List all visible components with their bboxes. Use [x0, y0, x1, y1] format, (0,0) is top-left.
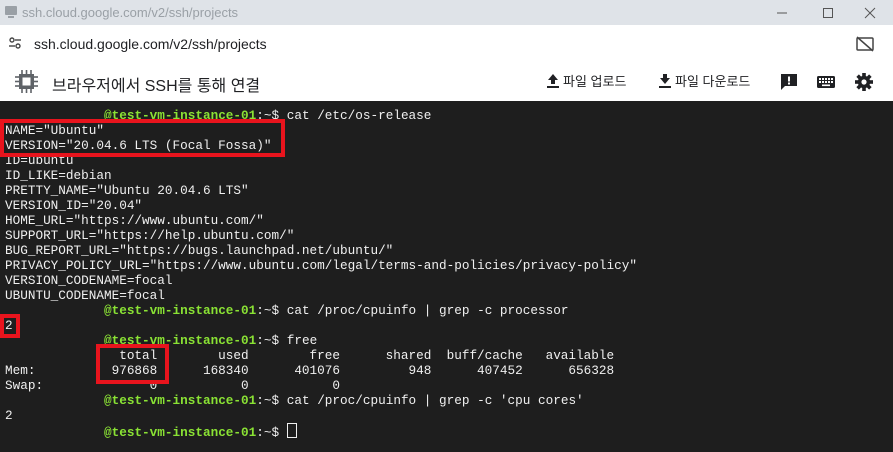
upload-icon: [547, 73, 559, 88]
keyboard-icon[interactable]: [816, 72, 836, 92]
terminal-command-line: @test-vm-instance-01:~$ cat /proc/cpuinf…: [5, 303, 568, 318]
output-line: VERSION_CODENAME=focal: [5, 273, 173, 288]
output-line: VERSION_ID="20.04": [5, 198, 143, 213]
prompt-host: @test-vm-instance-01: [103, 425, 257, 440]
download-file-label: 파일 다운로드: [675, 74, 751, 89]
free-swap-line: Swap: 0 0 0: [5, 378, 341, 393]
output-line: UBUNTU_CODENAME=focal: [5, 288, 165, 303]
highlight-box-total-memory: [96, 344, 169, 384]
prompt-suffix: :~$: [256, 393, 287, 408]
gear-icon[interactable]: [854, 72, 874, 92]
cast-off-icon[interactable]: [856, 36, 874, 52]
terminal-favicon-icon: [5, 6, 17, 18]
terminal-command-line: @test-vm-instance-01:~$ cat /proc/cpuinf…: [5, 393, 584, 408]
command-text: cat /proc/cpuinfo | grep -c 'cpu cores': [286, 393, 584, 408]
prompt-suffix: :~$: [256, 333, 287, 348]
terminal[interactable]: @test-vm-instance-01:~$ cat /etc/os-rele…: [0, 101, 893, 452]
close-button[interactable]: [847, 0, 893, 25]
window-title-bar: ssh.cloud.google.com/v2/ssh/projects: [0, 0, 893, 25]
output-line: PRIVACY_POLICY_URL="https://www.ubuntu.c…: [5, 258, 637, 273]
minimize-button[interactable]: [759, 0, 805, 25]
chip-icon: [15, 70, 38, 93]
upload-file-button[interactable]: 파일 업로드: [546, 71, 626, 90]
output-line: 2: [5, 408, 13, 423]
command-text: free: [286, 333, 318, 348]
maximize-icon: [823, 7, 833, 18]
feedback-icon[interactable]: [779, 72, 799, 92]
ssh-toolbar: 브라우저에서 SSH를 통해 연결 파일 업로드 파일 다운로드: [0, 62, 893, 102]
maximize-button[interactable]: [805, 0, 851, 25]
output-line: BUG_REPORT_URL="https://bugs.launchpad.n…: [5, 243, 394, 258]
upload-file-label: 파일 업로드: [563, 74, 627, 89]
output-line: PRETTY_NAME="Ubuntu 20.04.6 LTS": [5, 183, 249, 198]
address-bar: ssh.cloud.google.com/v2/ssh/projects: [0, 25, 893, 63]
command-text: cat /etc/os-release: [286, 108, 432, 123]
minimize-icon: [777, 12, 787, 13]
output-line: ID_LIKE=debian: [5, 168, 112, 183]
url-text[interactable]: ssh.cloud.google.com/v2/ssh/projects: [34, 36, 267, 52]
prompt-suffix: :~$: [256, 303, 287, 318]
highlight-box-processor-count: [0, 314, 20, 338]
command-text: cat /proc/cpuinfo | grep -c processor: [286, 303, 569, 318]
terminal-command-line: @test-vm-instance-01:~$: [5, 423, 297, 440]
highlight-box-os-version: [0, 119, 285, 157]
output-line: HOME_URL="https://www.ubuntu.com/": [5, 213, 264, 228]
terminal-cursor: [286, 423, 297, 438]
output-line: SUPPORT_URL="https://help.ubuntu.com/": [5, 228, 295, 243]
close-icon: [864, 7, 876, 18]
download-icon: [659, 73, 671, 88]
window-title: ssh.cloud.google.com/v2/ssh/projects: [22, 5, 239, 20]
prompt-host: @test-vm-instance-01: [103, 303, 257, 318]
page-heading: 브라우저에서 SSH를 통해 연결: [52, 78, 261, 95]
download-file-button[interactable]: 파일 다운로드: [658, 71, 750, 90]
site-settings-icon[interactable]: [8, 36, 22, 50]
prompt-host: @test-vm-instance-01: [103, 393, 257, 408]
prompt-suffix: :~$: [256, 425, 287, 440]
